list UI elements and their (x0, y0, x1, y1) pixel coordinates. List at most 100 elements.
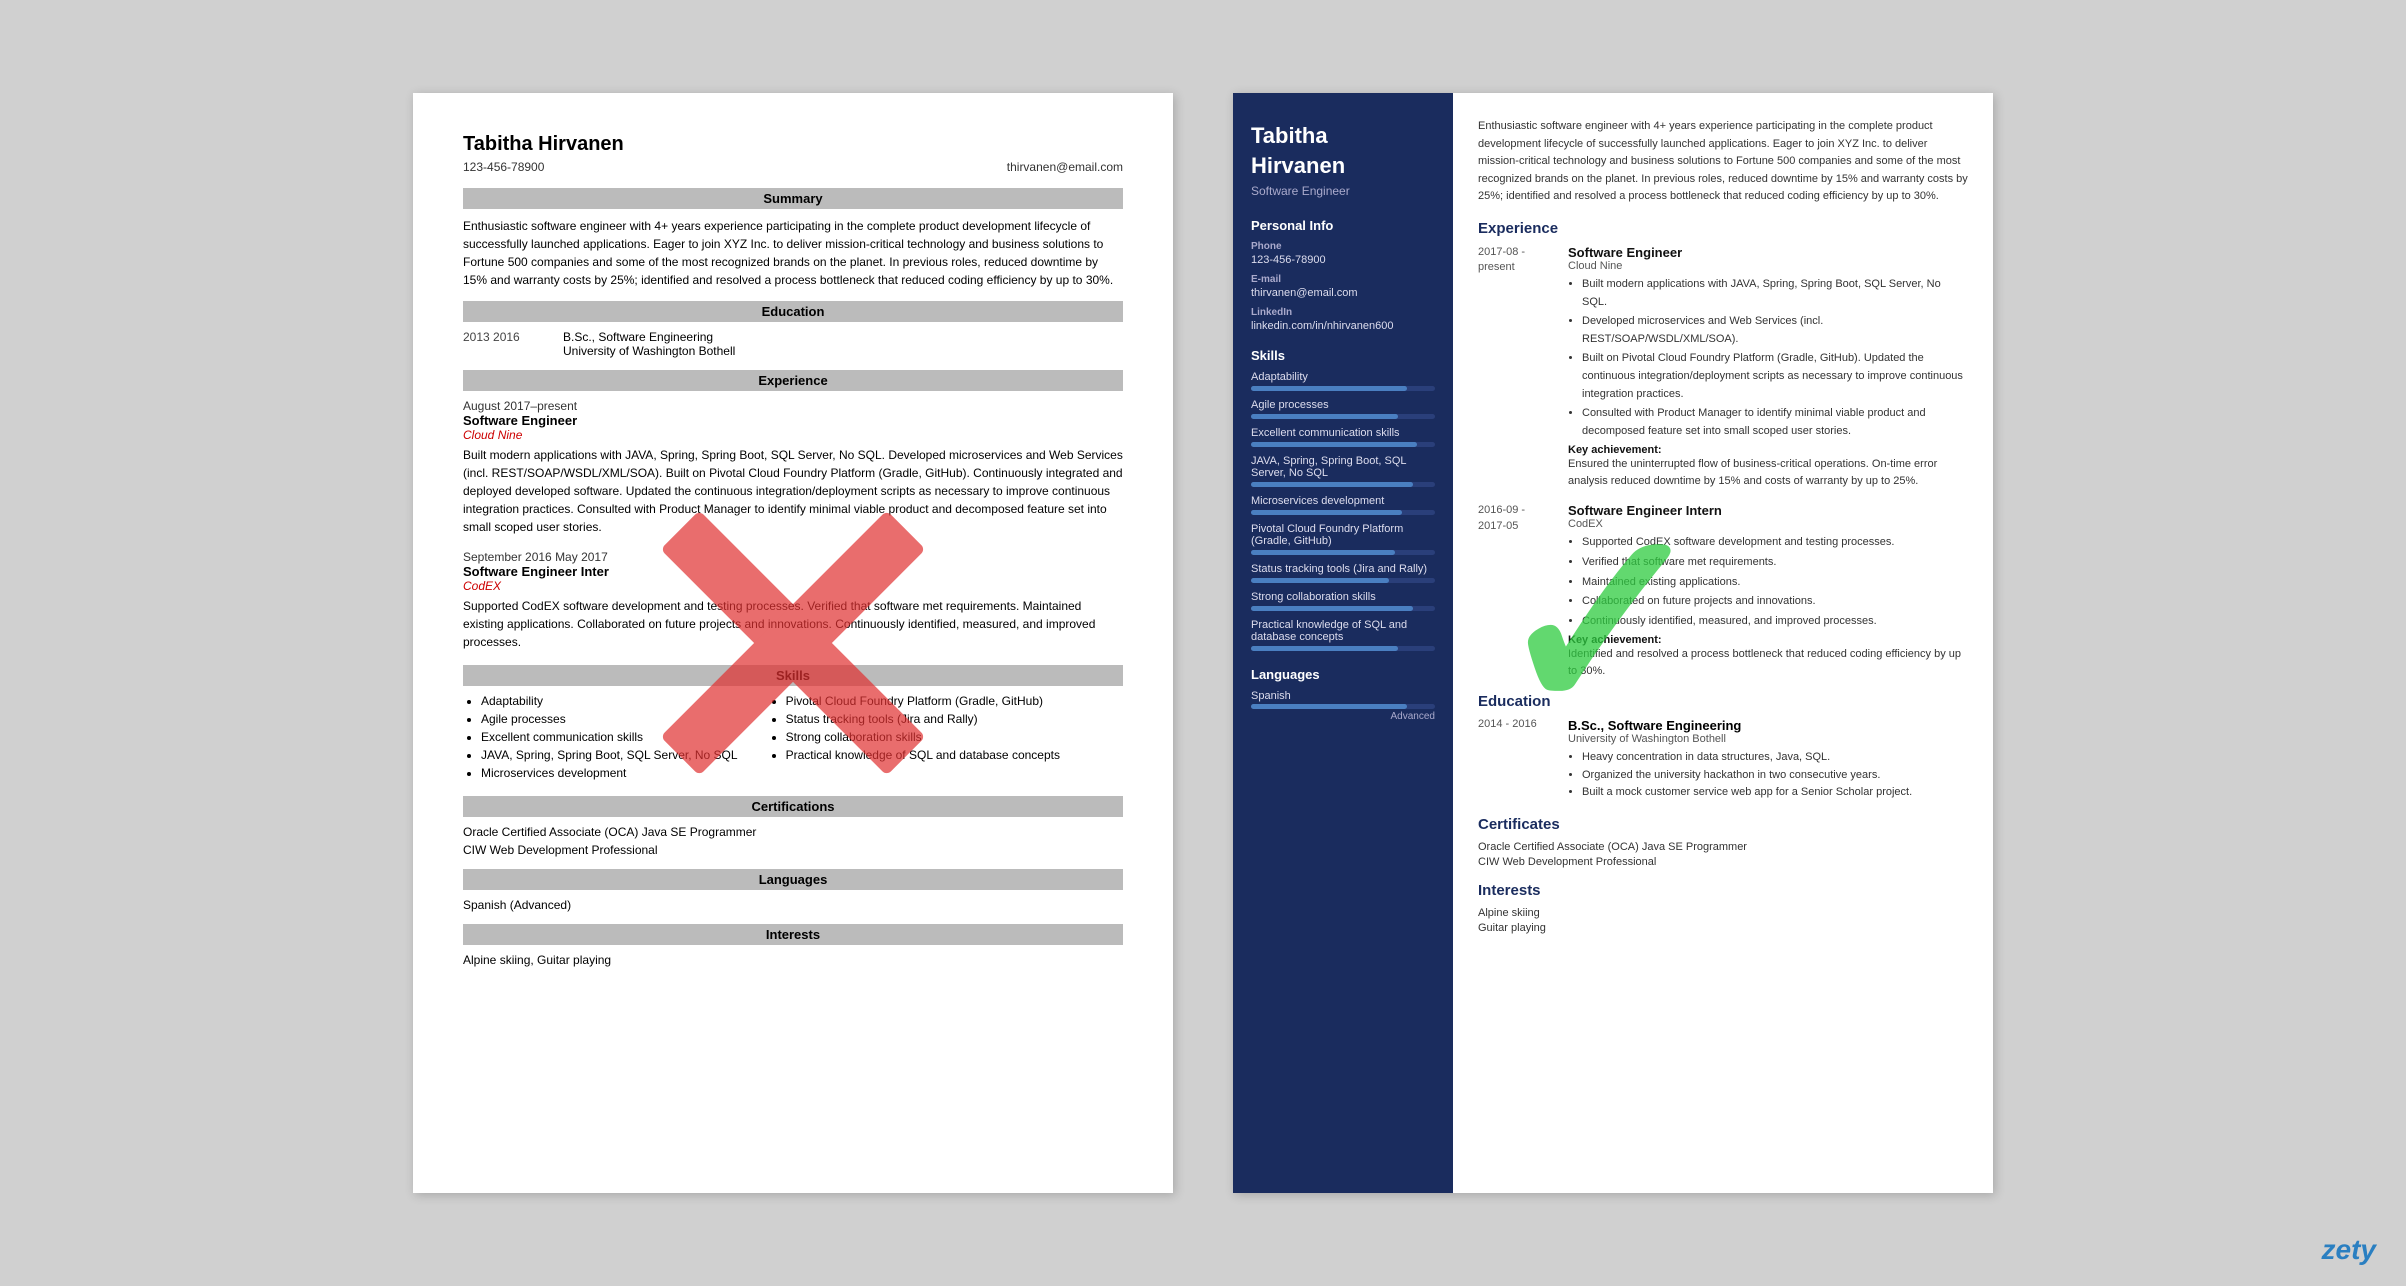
skill-name: Excellent communication skills (1251, 427, 1435, 439)
skill-bar-bg (1251, 510, 1435, 515)
main-container: Tabitha Hirvanen 123-456-78900 thirvanen… (0, 0, 2406, 1286)
skill-name: Adaptability (1251, 371, 1435, 383)
left-resume-contact: 123-456-78900 thirvanen@email.com (463, 160, 1123, 174)
right-exp1-date: 2017-08 - present (1478, 245, 1558, 489)
bullet: Consulted with Product Manager to identi… (1582, 405, 1968, 440)
right-name-line1: Tabitha (1251, 123, 1435, 149)
right-interest-1: Alpine skiing (1478, 907, 1968, 919)
right-lang-title: Languages (1251, 667, 1435, 682)
bullet: Continuously identified, measured, and i… (1582, 613, 1968, 631)
left-summary-header: Summary (463, 188, 1123, 209)
skill-bar-bg (1251, 414, 1435, 419)
skill-name: Strong collaboration skills (1251, 591, 1435, 603)
left-exp1-desc: Built modern applications with JAVA, Spr… (463, 446, 1123, 536)
skill-agile: Agile processes (1251, 399, 1435, 419)
skill-item: Agile processes (481, 712, 738, 726)
bullet: Built modern applications with JAVA, Spr… (1582, 276, 1968, 311)
lang-bar-fill (1251, 704, 1407, 709)
right-linkedin-label: LinkedIn (1251, 307, 1435, 318)
skill-name: Microservices development (1251, 495, 1435, 507)
left-email: thirvanen@email.com (1007, 160, 1123, 174)
right-title: Software Engineer (1251, 184, 1435, 198)
left-skills-col1: Adaptability Agile processes Excellent c… (463, 694, 738, 784)
right-exp1-details: Software Engineer Cloud Nine Built moder… (1568, 245, 1968, 489)
bullet: Maintained existing applications. (1582, 574, 1968, 592)
right-edu-1: 2014 - 2016 B.Sc., Software Engineering … (1478, 718, 1968, 802)
skill-item: Microservices development (481, 766, 738, 780)
skill-name: Practical knowledge of SQL and database … (1251, 619, 1435, 643)
right-exp2-date: 2016-09 - 2017-05 (1478, 503, 1558, 679)
bullet: Collaborated on future projects and inno… (1582, 593, 1968, 611)
left-cert-1: Oracle Certified Associate (OCA) Java SE… (463, 825, 1123, 839)
skill-bar-fill (1251, 414, 1398, 419)
skill-sql: Practical knowledge of SQL and database … (1251, 619, 1435, 651)
skill-bar-bg (1251, 386, 1435, 391)
left-edu-years: 2013 2016 (463, 330, 543, 358)
lang-spanish: Spanish Advanced (1251, 690, 1435, 722)
left-exp-1: August 2017–present Software Engineer Cl… (463, 399, 1123, 536)
skill-item: Practical knowledge of SQL and database … (786, 748, 1060, 762)
right-exp-title: Experience (1478, 220, 1968, 237)
skill-collab: Strong collaboration skills (1251, 591, 1435, 611)
left-cert-list: Oracle Certified Associate (OCA) Java SE… (463, 825, 1123, 857)
skill-bar-bg (1251, 482, 1435, 487)
right-exp2-bullets: Supported CodEX software development and… (1568, 534, 1968, 630)
skill-item: Strong collaboration skills (786, 730, 1060, 744)
resume-good: Tabitha Hirvanen Software Engineer Perso… (1233, 93, 1993, 1193)
right-exp1-key-text: Ensured the uninterrupted flow of busine… (1568, 456, 1968, 489)
bullet: Built on Pivotal Cloud Foundry Platform … (1582, 350, 1968, 403)
lang-level: Advanced (1251, 711, 1435, 722)
skill-item: Status tracking tools (Jira and Rally) (786, 712, 1060, 726)
skill-name: Status tracking tools (Jira and Rally) (1251, 563, 1435, 575)
bullet: Heavy concentration in data structures, … (1582, 749, 1968, 767)
bullet: Supported CodEX software development and… (1582, 534, 1968, 552)
skill-item: Adaptability (481, 694, 738, 708)
left-edu-details: B.Sc., Software Engineering University o… (563, 330, 735, 358)
left-resume-name: Tabitha Hirvanen (463, 133, 1123, 156)
right-exp2-key-label: Key achievement: (1568, 634, 1968, 646)
left-exp-2: September 2016 May 2017 Software Enginee… (463, 550, 1123, 651)
left-lang-header: Languages (463, 869, 1123, 890)
right-exp2-key-text: Identified and resolved a process bottle… (1568, 646, 1968, 679)
right-exp-2: 2016-09 - 2017-05 Software Engineer Inte… (1478, 503, 1968, 679)
left-edu-degree: B.Sc., Software Engineering (563, 330, 735, 344)
right-main-content: Enthusiastic software engineer with 4+ y… (1453, 93, 1993, 1193)
skill-bar-fill (1251, 578, 1389, 583)
bullet: Verified that software met requirements. (1582, 554, 1968, 572)
skill-pcf: Pivotal Cloud Foundry Platform (Gradle, … (1251, 523, 1435, 555)
skill-status: Status tracking tools (Jira and Rally) (1251, 563, 1435, 583)
right-exp2-company: CodEX (1568, 518, 1968, 530)
left-interests-text: Alpine skiing, Guitar playing (463, 953, 1123, 967)
right-exp2-details: Software Engineer Intern CodEX Supported… (1568, 503, 1968, 679)
skill-name: JAVA, Spring, Spring Boot, SQL Server, N… (1251, 455, 1435, 479)
right-edu-date: 2014 - 2016 (1478, 718, 1558, 802)
right-exp2-title: Software Engineer Intern (1568, 503, 1968, 518)
skill-bar-fill (1251, 442, 1417, 447)
right-name-line2: Hirvanen (1251, 153, 1435, 179)
skill-bar-fill (1251, 550, 1395, 555)
left-skills-cols: Adaptability Agile processes Excellent c… (463, 694, 1123, 784)
zety-logo: zety (2322, 1234, 2376, 1266)
left-exp2-title: Software Engineer Inter (463, 564, 1123, 579)
right-personal-info-title: Personal Info (1251, 218, 1435, 233)
left-exp2-company: CodEX (463, 579, 1123, 593)
right-exp1-bullets: Built modern applications with JAVA, Spr… (1568, 276, 1968, 440)
right-exp1-company: Cloud Nine (1568, 260, 1968, 272)
skill-bar-bg (1251, 442, 1435, 447)
skill-bar-bg (1251, 646, 1435, 651)
skill-name: Agile processes (1251, 399, 1435, 411)
skill-bar-fill (1251, 606, 1413, 611)
bullet: Developed microservices and Web Services… (1582, 313, 1968, 348)
bullet: Organized the university hackathon in tw… (1582, 767, 1968, 785)
right-cert-1: Oracle Certified Associate (OCA) Java SE… (1478, 841, 1968, 853)
lang-bar-bg (1251, 704, 1435, 709)
right-edu-title: Education (1478, 693, 1968, 710)
left-edu-header: Education (463, 301, 1123, 322)
skill-name: Pivotal Cloud Foundry Platform (Gradle, … (1251, 523, 1435, 547)
resume-bad: Tabitha Hirvanen 123-456-78900 thirvanen… (413, 93, 1173, 1193)
right-phone-label: Phone (1251, 241, 1435, 252)
left-skills-header: Skills (463, 665, 1123, 686)
skill-bar-fill (1251, 482, 1413, 487)
left-cert-header: Certifications (463, 796, 1123, 817)
skill-bar-bg (1251, 606, 1435, 611)
